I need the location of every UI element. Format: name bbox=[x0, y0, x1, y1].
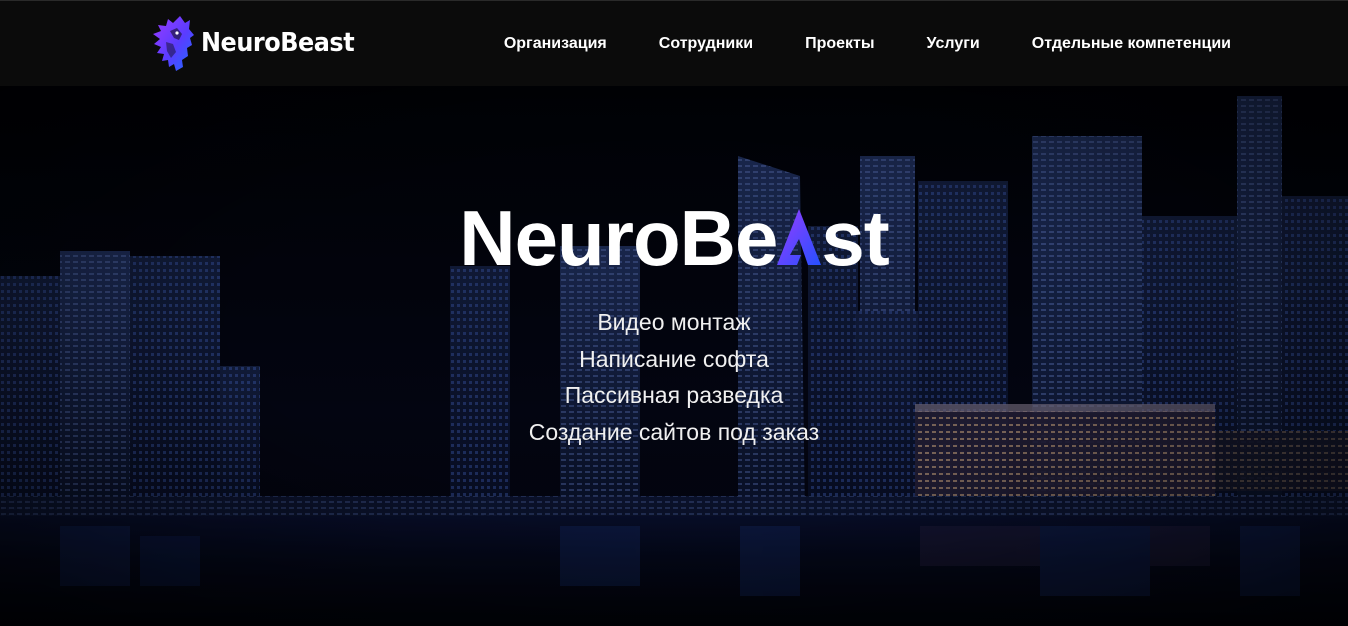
services-list: Видео монтаж Написание софта Пассивная р… bbox=[0, 304, 1348, 450]
service-item-osint: Пассивная разведка bbox=[564, 382, 784, 408]
nav-item-employees[interactable]: Сотрудники bbox=[659, 35, 753, 53]
service-item-websites: Создание сайтов под заказ bbox=[528, 418, 820, 445]
hero-title-part-1: NeuroBe bbox=[459, 194, 778, 282]
nav-item-projects[interactable]: Проекты bbox=[805, 35, 874, 53]
nav-item-organization[interactable]: Организация bbox=[504, 35, 607, 53]
accent-a-icon bbox=[777, 209, 822, 265]
hero-section: NeuroBe st Видео монтаж Написание софта П… bbox=[0, 86, 1348, 626]
hero-title-part-2: st bbox=[821, 194, 889, 282]
service-item-software: Написание софта bbox=[579, 345, 769, 372]
nav-item-services[interactable]: Услуги bbox=[927, 35, 980, 53]
page: NeuroBeast Организация Сотрудники Проект… bbox=[0, 0, 1348, 626]
wolf-icon bbox=[153, 16, 194, 71]
nav-item-competencies[interactable]: Отдельные компетенции bbox=[1032, 35, 1231, 53]
service-item-video-editing: Видео монтаж bbox=[597, 309, 751, 335]
site-logo[interactable]: NeuroBeast bbox=[150, 13, 368, 73]
logo-text: NeuroBeast bbox=[201, 28, 355, 58]
main-nav: Организация Сотрудники Проекты Услуги От… bbox=[452, 1, 1231, 87]
site-header: NeuroBeast Организация Сотрудники Проект… bbox=[0, 0, 1348, 86]
hero-title: NeuroBe st bbox=[0, 199, 1348, 277]
accent-a-letter bbox=[777, 209, 822, 265]
